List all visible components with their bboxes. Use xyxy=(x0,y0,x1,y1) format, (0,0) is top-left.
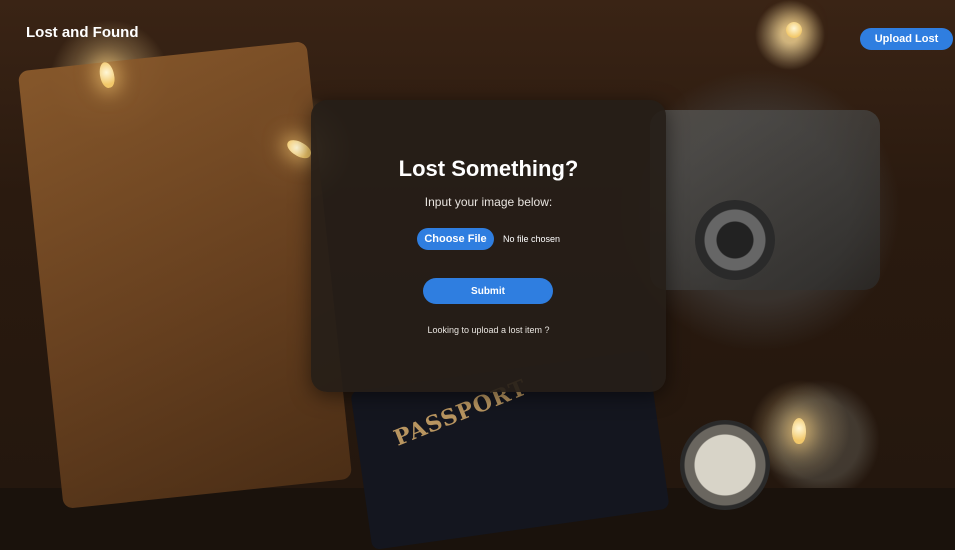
light-bulb-decoration xyxy=(786,22,802,38)
app-title: Lost and Found xyxy=(26,24,139,41)
background-watch xyxy=(680,420,770,510)
choose-file-button[interactable]: Choose File xyxy=(417,228,494,250)
upload-lost-button[interactable]: Upload Lost xyxy=(860,28,953,50)
upload-lost-item-link[interactable]: Looking to upload a lost item ? xyxy=(311,325,666,335)
light-bulb-decoration xyxy=(792,418,806,444)
submit-button[interactable]: Submit xyxy=(423,278,553,304)
background-camera-lens xyxy=(695,200,775,280)
card-title: Lost Something? xyxy=(398,156,579,181)
card-subtitle: Input your image below: xyxy=(424,195,553,209)
file-status-text: No file chosen xyxy=(503,234,561,244)
lost-item-card: Lost Something? Input your image below: … xyxy=(311,100,666,392)
file-input: Choose File No file chosen xyxy=(417,228,560,250)
background-wallet xyxy=(17,41,353,509)
